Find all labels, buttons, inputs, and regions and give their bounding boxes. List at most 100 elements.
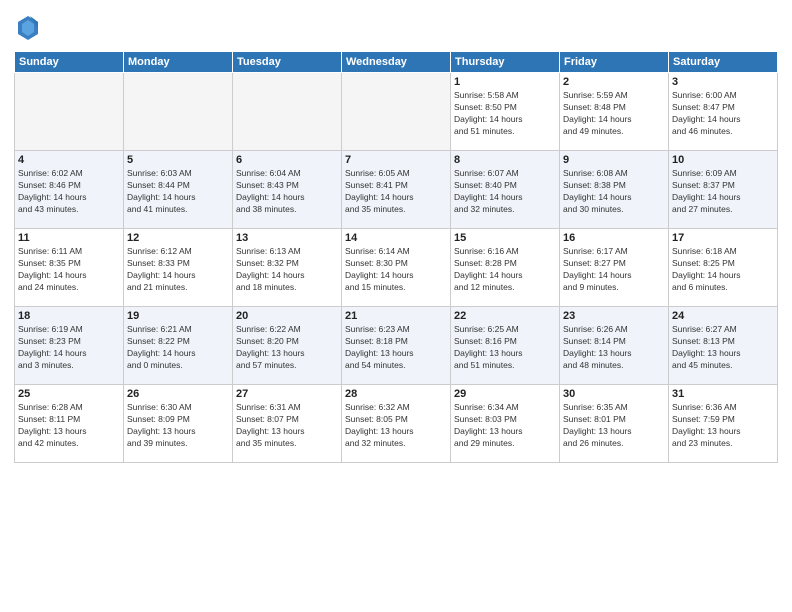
day-number: 25 bbox=[18, 388, 120, 400]
day-number: 14 bbox=[345, 232, 447, 244]
day-number: 17 bbox=[672, 232, 774, 244]
day-cell: 12 Sunrise: 6:12 AM Sunset: 8:33 PM Dayli… bbox=[124, 229, 233, 307]
day-cell: 23Sunrise: 6:26 AM Sunset: 8:14 PM Dayli… bbox=[560, 307, 669, 385]
day-number: 12 bbox=[127, 232, 229, 244]
day-number: 22 bbox=[454, 310, 556, 322]
day-number: 7 bbox=[345, 154, 447, 166]
weekday-tuesday: Tuesday bbox=[233, 52, 342, 73]
day-cell: 31 Sunrise: 6:36 AM Sunset: 7:59 PM Dayli… bbox=[669, 385, 778, 463]
day-cell bbox=[342, 73, 451, 151]
day-cell: 1 Sunrise: 5:58 AM Sunset: 8:50 PM Daylig… bbox=[451, 73, 560, 151]
day-info: Sunrise: 6:07 AM Sunset: 8:40 PM Dayligh… bbox=[454, 168, 556, 216]
day-info: Sunrise: 5:58 AM Sunset: 8:50 PM Dayligh… bbox=[454, 90, 556, 138]
day-cell: 18 Sunrise: 6:19 AM Sunset: 8:23 PM Dayli… bbox=[15, 307, 124, 385]
day-cell: 25 Sunrise: 6:28 AM Sunset: 8:11 PM Dayli… bbox=[15, 385, 124, 463]
day-info: Sunrise: 6:16 AM Sunset: 8:28 PM Dayligh… bbox=[454, 246, 556, 294]
day-info: Sunrise: 6:27 AM Sunset: 8:13 PM Dayligh… bbox=[672, 324, 774, 372]
day-info: Sunrise: 6:22 AM Sunset: 8:20 PM Dayligh… bbox=[236, 324, 338, 372]
day-info: Sunrise: 6:03 AM Sunset: 8:44 PM Dayligh… bbox=[127, 168, 229, 216]
day-number: 11 bbox=[18, 232, 120, 244]
day-info: Sunrise: 6:17 AM Sunset: 8:27 PM Dayligh… bbox=[563, 246, 665, 294]
day-cell: 10 Sunrise: 6:09 AM Sunset: 8:37 PM Dayli… bbox=[669, 151, 778, 229]
day-number: 6 bbox=[236, 154, 338, 166]
day-number: 3 bbox=[672, 76, 774, 88]
day-cell bbox=[124, 73, 233, 151]
day-cell: 4Sunrise: 6:02 AM Sunset: 8:46 PM Daylig… bbox=[15, 151, 124, 229]
day-cell: 2Sunrise: 5:59 AM Sunset: 8:48 PM Daylig… bbox=[560, 73, 669, 151]
weekday-monday: Monday bbox=[124, 52, 233, 73]
day-info: Sunrise: 6:30 AM Sunset: 8:09 PM Dayligh… bbox=[127, 402, 229, 450]
day-cell: 28Sunrise: 6:32 AM Sunset: 8:05 PM Dayli… bbox=[342, 385, 451, 463]
day-info: Sunrise: 6:00 AM Sunset: 8:47 PM Dayligh… bbox=[672, 90, 774, 138]
day-info: Sunrise: 6:08 AM Sunset: 8:38 PM Dayligh… bbox=[563, 168, 665, 216]
day-info: Sunrise: 6:12 AM Sunset: 8:33 PM Dayligh… bbox=[127, 246, 229, 294]
day-number: 30 bbox=[563, 388, 665, 400]
day-number: 13 bbox=[236, 232, 338, 244]
weekday-thursday: Thursday bbox=[451, 52, 560, 73]
main-container: SundayMondayTuesdayWednesdayThursdayFrid… bbox=[0, 0, 792, 473]
day-cell bbox=[233, 73, 342, 151]
day-cell: 13 Sunrise: 6:13 AM Sunset: 8:32 PM Dayli… bbox=[233, 229, 342, 307]
calendar-table: SundayMondayTuesdayWednesdayThursdayFrid… bbox=[14, 51, 778, 463]
day-info: Sunrise: 6:13 AM Sunset: 8:32 PM Dayligh… bbox=[236, 246, 338, 294]
day-number: 21 bbox=[345, 310, 447, 322]
day-number: 20 bbox=[236, 310, 338, 322]
day-number: 31 bbox=[672, 388, 774, 400]
day-number: 19 bbox=[127, 310, 229, 322]
day-cell: 27 Sunrise: 6:31 AM Sunset: 8:07 PM Dayli… bbox=[233, 385, 342, 463]
day-info: Sunrise: 6:34 AM Sunset: 8:03 PM Dayligh… bbox=[454, 402, 556, 450]
day-info: Sunrise: 6:25 AM Sunset: 8:16 PM Dayligh… bbox=[454, 324, 556, 372]
day-cell: 9 Sunrise: 6:08 AM Sunset: 8:38 PM Daylig… bbox=[560, 151, 669, 229]
day-cell: 30 Sunrise: 6:35 AM Sunset: 8:01 PM Dayli… bbox=[560, 385, 669, 463]
logo-text bbox=[14, 14, 40, 47]
day-info: Sunrise: 6:09 AM Sunset: 8:37 PM Dayligh… bbox=[672, 168, 774, 216]
day-info: Sunrise: 6:35 AM Sunset: 8:01 PM Dayligh… bbox=[563, 402, 665, 450]
day-cell: 20 Sunrise: 6:22 AM Sunset: 8:20 PM Dayli… bbox=[233, 307, 342, 385]
week-row-4: 18 Sunrise: 6:19 AM Sunset: 8:23 PM Dayli… bbox=[15, 307, 778, 385]
day-info: Sunrise: 6:36 AM Sunset: 7:59 PM Dayligh… bbox=[672, 402, 774, 450]
week-row-2: 4Sunrise: 6:02 AM Sunset: 8:46 PM Daylig… bbox=[15, 151, 778, 229]
weekday-friday: Friday bbox=[560, 52, 669, 73]
day-number: 5 bbox=[127, 154, 229, 166]
day-cell: 26Sunrise: 6:30 AM Sunset: 8:09 PM Dayli… bbox=[124, 385, 233, 463]
day-info: Sunrise: 6:31 AM Sunset: 8:07 PM Dayligh… bbox=[236, 402, 338, 450]
day-cell: 16Sunrise: 6:17 AM Sunset: 8:27 PM Dayli… bbox=[560, 229, 669, 307]
day-cell: 3 Sunrise: 6:00 AM Sunset: 8:47 PM Daylig… bbox=[669, 73, 778, 151]
day-cell: 6 Sunrise: 6:04 AM Sunset: 8:43 PM Daylig… bbox=[233, 151, 342, 229]
day-info: Sunrise: 6:04 AM Sunset: 8:43 PM Dayligh… bbox=[236, 168, 338, 216]
day-cell: 11 Sunrise: 6:11 AM Sunset: 8:35 PM Dayli… bbox=[15, 229, 124, 307]
day-info: Sunrise: 6:14 AM Sunset: 8:30 PM Dayligh… bbox=[345, 246, 447, 294]
day-info: Sunrise: 6:23 AM Sunset: 8:18 PM Dayligh… bbox=[345, 324, 447, 372]
logo-general bbox=[14, 14, 40, 47]
day-number: 15 bbox=[454, 232, 556, 244]
day-number: 8 bbox=[454, 154, 556, 166]
day-number: 28 bbox=[345, 388, 447, 400]
day-info: Sunrise: 6:19 AM Sunset: 8:23 PM Dayligh… bbox=[18, 324, 120, 372]
day-number: 29 bbox=[454, 388, 556, 400]
week-row-3: 11 Sunrise: 6:11 AM Sunset: 8:35 PM Dayli… bbox=[15, 229, 778, 307]
day-info: Sunrise: 6:26 AM Sunset: 8:14 PM Dayligh… bbox=[563, 324, 665, 372]
day-cell: 8 Sunrise: 6:07 AM Sunset: 8:40 PM Daylig… bbox=[451, 151, 560, 229]
day-number: 9 bbox=[563, 154, 665, 166]
day-cell: 17Sunrise: 6:18 AM Sunset: 8:25 PM Dayli… bbox=[669, 229, 778, 307]
day-info: Sunrise: 6:11 AM Sunset: 8:35 PM Dayligh… bbox=[18, 246, 120, 294]
day-number: 1 bbox=[454, 76, 556, 88]
day-info: Sunrise: 6:28 AM Sunset: 8:11 PM Dayligh… bbox=[18, 402, 120, 450]
day-cell: 7 Sunrise: 6:05 AM Sunset: 8:41 PM Daylig… bbox=[342, 151, 451, 229]
day-number: 4 bbox=[18, 154, 120, 166]
logo-icon bbox=[16, 14, 40, 42]
weekday-wednesday: Wednesday bbox=[342, 52, 451, 73]
day-info: Sunrise: 6:05 AM Sunset: 8:41 PM Dayligh… bbox=[345, 168, 447, 216]
day-cell: 15 Sunrise: 6:16 AM Sunset: 8:28 PM Dayli… bbox=[451, 229, 560, 307]
weekday-header-row: SundayMondayTuesdayWednesdayThursdayFrid… bbox=[15, 52, 778, 73]
day-number: 18 bbox=[18, 310, 120, 322]
weekday-sunday: Sunday bbox=[15, 52, 124, 73]
day-info: Sunrise: 5:59 AM Sunset: 8:48 PM Dayligh… bbox=[563, 90, 665, 138]
logo bbox=[14, 14, 40, 47]
day-cell: 21 Sunrise: 6:23 AM Sunset: 8:18 PM Dayli… bbox=[342, 307, 451, 385]
day-number: 27 bbox=[236, 388, 338, 400]
week-row-5: 25 Sunrise: 6:28 AM Sunset: 8:11 PM Dayli… bbox=[15, 385, 778, 463]
day-number: 10 bbox=[672, 154, 774, 166]
header bbox=[14, 10, 778, 47]
day-cell bbox=[15, 73, 124, 151]
